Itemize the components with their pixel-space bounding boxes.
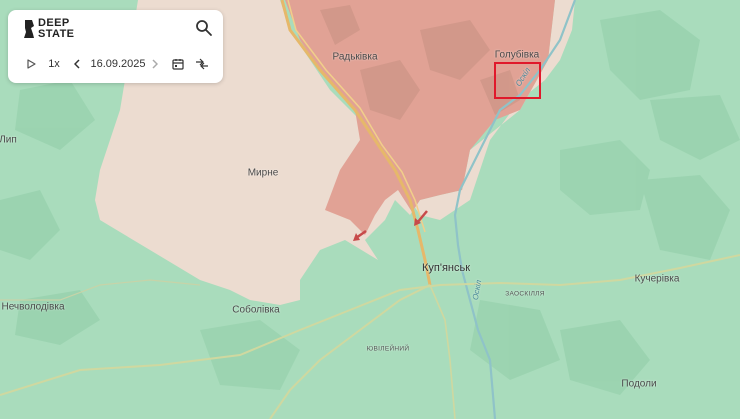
label-nechvolodivka: Нечволодівка (1, 301, 65, 313)
timeline-panel: DEEP STATE 1x 16.09.2025 (8, 10, 223, 83)
label-zaoskillia: ЗАОСКІЛЛЯ (505, 290, 545, 298)
chevron-left-icon (73, 59, 80, 69)
prev-day-button[interactable] (71, 56, 83, 72)
label-kupiansk: Куп'янськ (421, 262, 471, 274)
label-lyp: Лип (0, 134, 17, 146)
compare-arrows-icon (196, 58, 208, 70)
next-day-button[interactable] (148, 56, 160, 72)
date-display[interactable]: 16.09.2025 (88, 56, 148, 72)
label-podoly: Подоли (621, 378, 657, 390)
calendar-icon (172, 59, 184, 70)
calendar-button[interactable] (170, 56, 186, 72)
label-kucherivka: Кучерівка (634, 273, 680, 285)
label-sobolivka: Соболівка (232, 304, 280, 316)
highlight-box (494, 62, 541, 99)
logo-line-2: STATE (38, 28, 75, 40)
logo-icon (24, 20, 34, 38)
compare-button[interactable] (193, 56, 211, 72)
search-icon[interactable] (194, 18, 214, 38)
logo[interactable]: DEEP STATE (38, 18, 74, 40)
label-holubivka: Голубівка (494, 49, 540, 61)
play-icon (26, 59, 36, 69)
label-radkivka: Радьківка (332, 51, 378, 63)
chevron-right-icon (151, 59, 158, 69)
label-myrne: Мирне (247, 167, 279, 179)
play-button[interactable] (24, 56, 38, 72)
label-yuvileinyi: ЮВІЛЕЙНИЙ (366, 345, 410, 353)
speed-button[interactable]: 1x (44, 56, 64, 72)
